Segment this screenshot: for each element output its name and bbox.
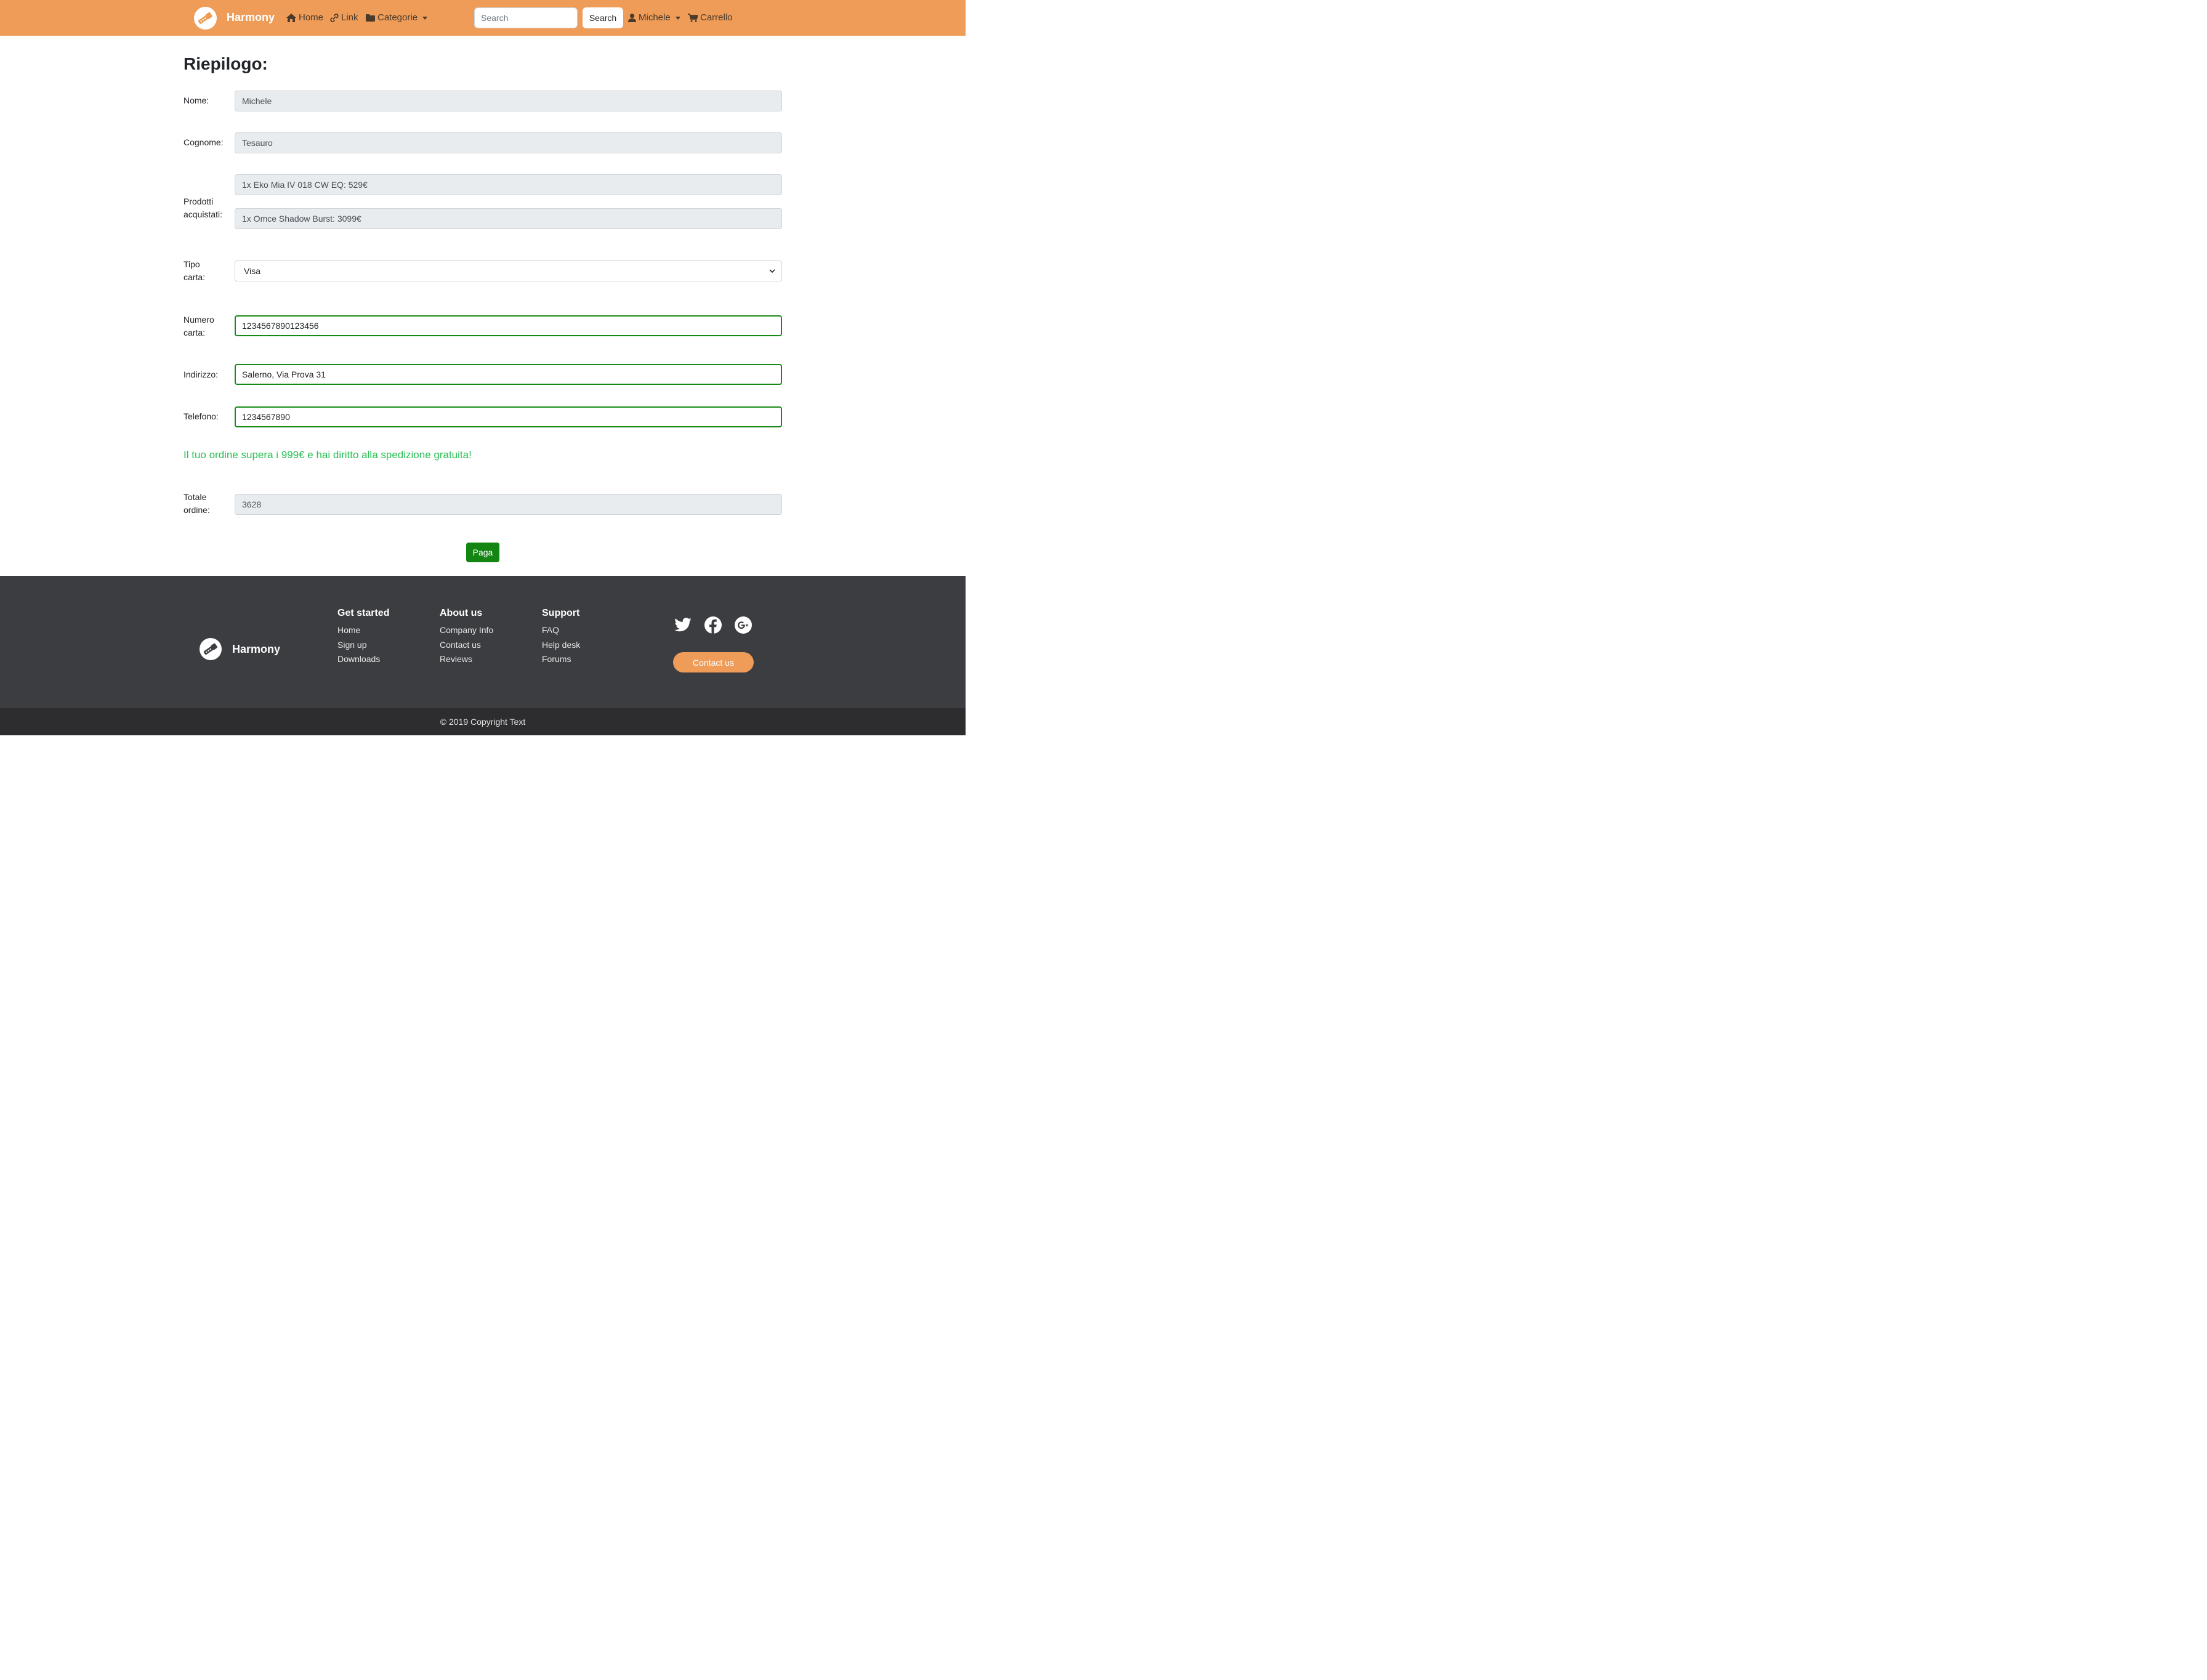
phone-input[interactable] <box>235 406 782 427</box>
pay-button[interactable]: Paga <box>466 543 499 562</box>
card-number-input[interactable] <box>235 315 782 336</box>
cognome-label: Cognome: <box>184 137 224 147</box>
google-plus-icon[interactable] <box>734 616 752 634</box>
nav-link[interactable]: Link <box>330 12 358 24</box>
footer-brand-name: Harmony <box>232 643 281 655</box>
numero-carta-label: Numero carta: <box>184 315 214 337</box>
footer-column-title: Get started <box>337 608 390 618</box>
footer-link-sign-up[interactable]: Sign up <box>337 638 389 653</box>
footer-link-home[interactable]: Home <box>337 623 389 638</box>
nav-home[interactable]: Home <box>286 12 323 24</box>
copyright-text: © 2019 Copyright Text <box>440 717 526 727</box>
twitter-icon[interactable] <box>674 616 692 634</box>
nav-link-label: Link <box>341 12 358 23</box>
footer-column-title: Support <box>542 608 580 618</box>
link-icon <box>330 14 339 22</box>
footer-column-get-started: Get started Home Sign up Downloads <box>337 607 389 667</box>
facebook-icon[interactable] <box>704 616 722 634</box>
search-button[interactable]: Search <box>583 7 623 28</box>
tipo-carta-label: Tipo carta: <box>184 259 206 282</box>
navbar: Harmony Home Link Categorie Search Miche… <box>0 0 966 36</box>
nav-cart-label: Carrello <box>700 12 733 23</box>
footer-column-support: Support FAQ Help desk Forums <box>542 607 580 667</box>
contact-us-button[interactable]: Contact us <box>673 652 754 672</box>
nav-cart[interactable]: Carrello <box>688 12 733 24</box>
prodotti-label: Prodotti acquistati: <box>184 196 223 219</box>
telefono-label: Telefono: <box>184 411 219 421</box>
chevron-down-icon <box>675 16 680 20</box>
nome-field: Michele <box>235 91 782 111</box>
chevron-down-icon <box>422 16 428 20</box>
user-name: Michele <box>639 12 671 23</box>
guitar-logo-icon <box>200 638 222 660</box>
free-shipping-message: Il tuo ordine supera i 999€ e hai diritt… <box>184 449 472 461</box>
product-field: 1x Omce Shadow Burst: 3099€ <box>235 208 782 229</box>
nav-categories-label: Categorie <box>377 12 418 23</box>
order-total-field: 3628 <box>235 494 782 515</box>
footer-column-about-us: About us Company Info Contact us Reviews <box>440 607 493 667</box>
card-type-select[interactable]: Visa <box>235 260 782 281</box>
brand-name[interactable]: Harmony <box>227 10 275 24</box>
chevron-down-icon <box>769 269 775 273</box>
footer-column-title: About us <box>440 608 483 618</box>
footer-link-help-desk[interactable]: Help desk <box>542 638 580 653</box>
footer-link-company-info[interactable]: Company Info <box>440 623 493 638</box>
indirizzo-label: Indirizzo: <box>184 370 219 379</box>
user-icon <box>628 14 636 22</box>
nav-categories-dropdown[interactable]: Categorie <box>366 12 428 24</box>
footer-link-contact-us[interactable]: Contact us <box>440 638 493 653</box>
user-menu-dropdown[interactable]: Michele <box>628 12 680 24</box>
folder-icon <box>366 14 375 22</box>
search-input[interactable] <box>474 7 578 28</box>
nav-home-label: Home <box>299 12 324 23</box>
address-input[interactable] <box>235 364 782 385</box>
footer-link-forums[interactable]: Forums <box>542 652 580 667</box>
page-title: Riepilogo: <box>184 54 268 73</box>
cognome-field: Tesauro <box>235 132 782 153</box>
product-field: 1x Eko Mia IV 018 CW EQ: 529€ <box>235 174 782 195</box>
footer-link-downloads[interactable]: Downloads <box>337 652 389 667</box>
home-icon <box>286 14 296 22</box>
footer-link-reviews[interactable]: Reviews <box>440 652 493 667</box>
card-type-value: Visa <box>244 266 260 276</box>
nome-label: Nome: <box>184 95 209 105</box>
guitar-logo-icon[interactable] <box>194 7 217 30</box>
cart-icon <box>688 14 698 22</box>
footer-link-faq[interactable]: FAQ <box>542 623 580 638</box>
totale-label: Totale ordine: <box>184 492 210 515</box>
